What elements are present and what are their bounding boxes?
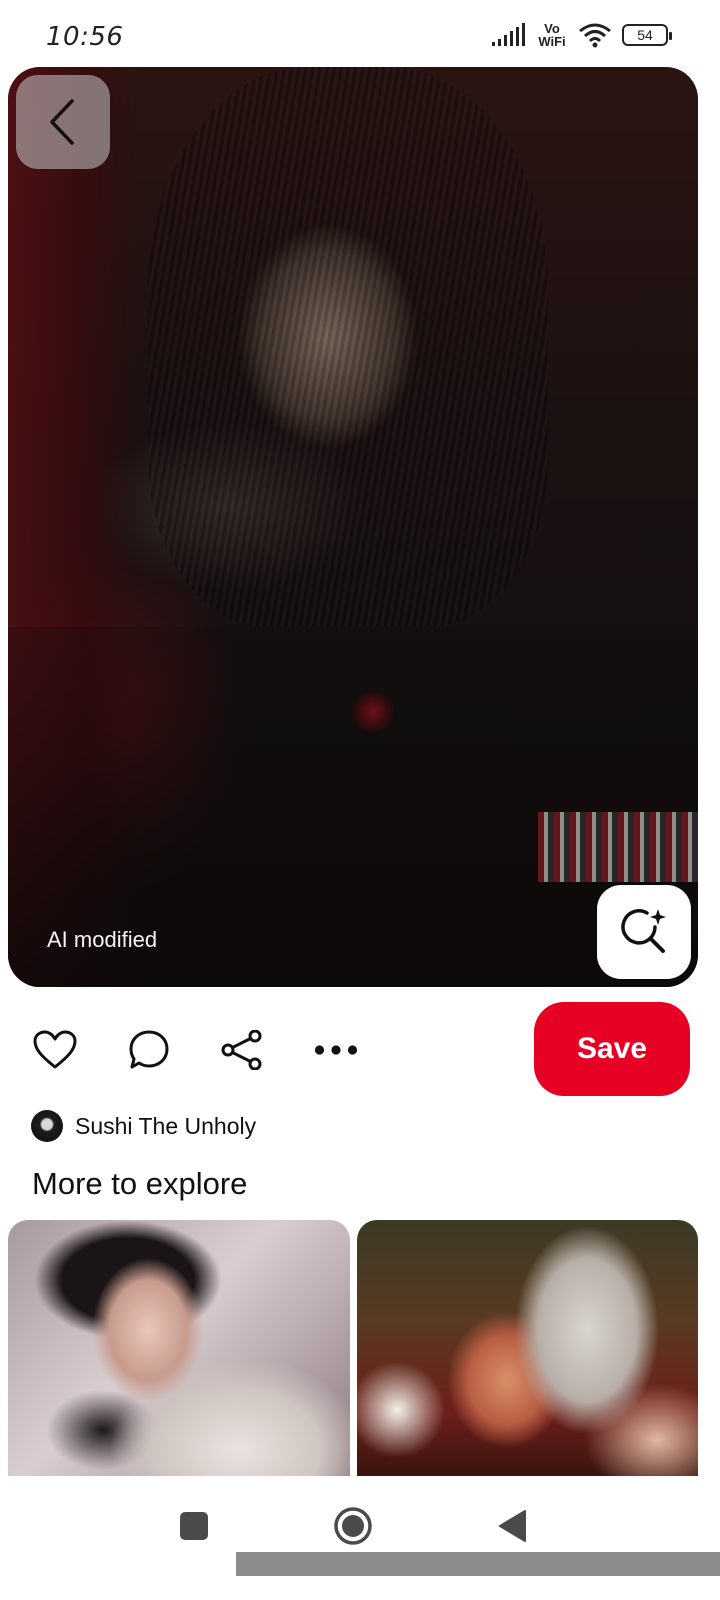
creator-row[interactable]: Sushi The Unholy	[31, 1110, 256, 1142]
avatar[interactable]	[31, 1110, 63, 1142]
system-nav-bar	[0, 1476, 720, 1600]
home-button[interactable]	[331, 1504, 375, 1548]
image-hair	[148, 67, 548, 627]
wifi-icon	[579, 23, 611, 48]
comment-icon	[129, 1030, 169, 1069]
share-button[interactable]	[220, 1028, 264, 1072]
status-bar: 10:56 Vo WiFi 54	[0, 0, 720, 68]
more-options-button[interactable]	[314, 1028, 358, 1072]
triangle-back-icon	[499, 1510, 526, 1542]
share-icon	[221, 1030, 262, 1070]
creator-name[interactable]: Sushi The Unholy	[75, 1113, 256, 1140]
action-bar: Save	[0, 1000, 720, 1100]
more-to-explore-title: More to explore	[32, 1166, 248, 1201]
visual-search-icon	[621, 909, 666, 953]
status-icons: Vo WiFi 54	[492, 21, 672, 49]
save-button[interactable]: Save	[534, 1002, 690, 1096]
signal-icon	[492, 23, 525, 46]
explore-pin-1[interactable]	[8, 1220, 350, 1476]
back-button[interactable]	[16, 75, 110, 169]
recents-button[interactable]	[172, 1504, 216, 1548]
ai-modified-label: AI modified	[47, 927, 158, 952]
image-ribbons	[538, 812, 698, 882]
visual-search-button[interactable]	[597, 885, 691, 979]
vowifi-label: Vo WiFi	[538, 21, 566, 49]
comment-button[interactable]	[127, 1028, 171, 1072]
battery-level: 54	[637, 27, 653, 43]
square-icon	[180, 1512, 208, 1540]
like-button[interactable]	[33, 1028, 77, 1072]
gesture-bar	[236, 1552, 720, 1576]
status-time: 10:56	[46, 22, 124, 52]
circle-icon	[334, 1507, 372, 1545]
pin-image[interactable]: AI modified	[8, 67, 698, 987]
back-nav-button[interactable]	[490, 1504, 534, 1548]
explore-pin-2[interactable]	[357, 1220, 698, 1476]
chevron-left-icon	[50, 99, 74, 145]
battery-icon: 54	[622, 24, 672, 46]
more-icon	[314, 1045, 358, 1055]
heart-icon	[33, 1030, 77, 1069]
